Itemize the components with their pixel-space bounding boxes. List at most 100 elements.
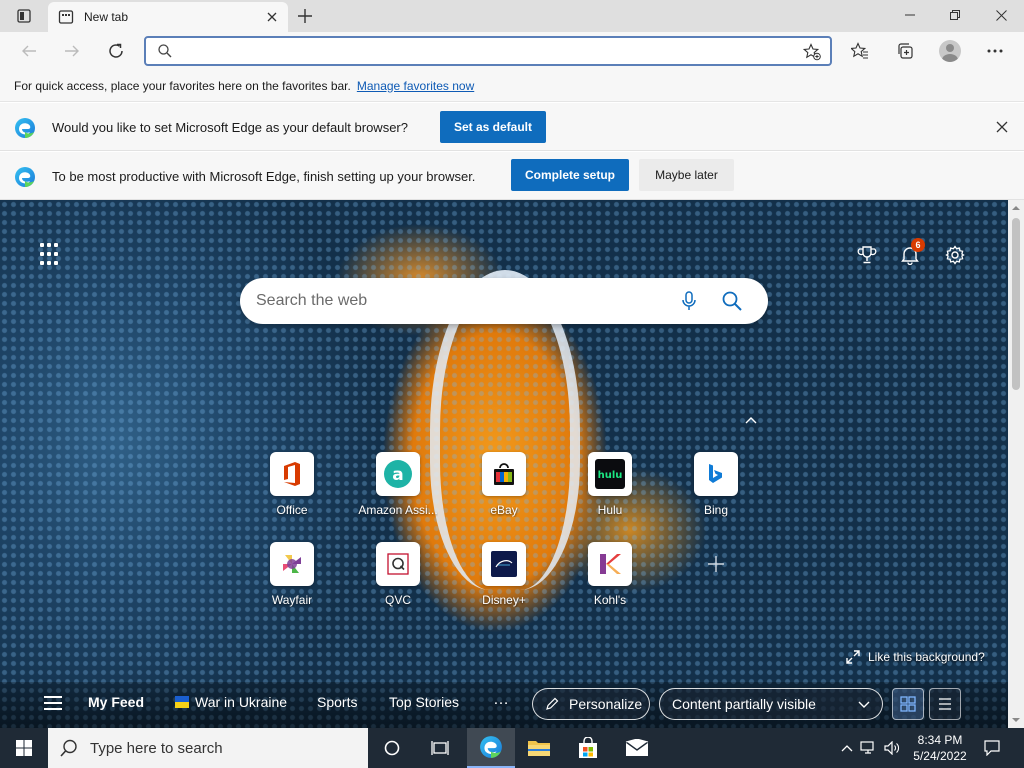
scrollbar-thumb[interactable] (1012, 218, 1020, 390)
network-button[interactable] (856, 741, 880, 755)
taskbar-search-box[interactable]: Type here to search (48, 728, 368, 768)
clock-time: 8:34 PM (917, 733, 963, 747)
browser-toolbar (0, 32, 1024, 70)
volume-button[interactable] (880, 741, 904, 755)
manage-favorites-link[interactable]: Manage favorites now (357, 79, 474, 93)
favorites-button[interactable] (845, 36, 875, 66)
notifications-button[interactable]: 6 (897, 238, 925, 268)
quick-link-label: Kohl's (593, 593, 627, 607)
chevron-up-icon (841, 745, 853, 752)
taskbar-store-button[interactable] (564, 728, 612, 768)
quick-link-label: Disney+ (482, 593, 526, 607)
collapse-quick-links-button[interactable] (741, 412, 761, 428)
quick-link-wayfair[interactable]: Wayfair (239, 542, 345, 622)
rewards-button[interactable] (854, 242, 880, 268)
quick-link-kohls[interactable]: Kohl's (557, 542, 663, 622)
feed-more-button[interactable]: … (493, 691, 509, 709)
qvc-icon (387, 553, 409, 575)
quick-link-hulu[interactable]: hulu Hulu (557, 452, 663, 532)
taskbar-edge-button[interactable] (467, 728, 515, 768)
page-settings-button[interactable] (942, 242, 968, 268)
taskbar-clock[interactable]: 8:34 PM 5/24/2022 (908, 732, 972, 764)
new-tab-button[interactable] (292, 4, 318, 28)
cortana-button[interactable] (368, 728, 416, 768)
search-submit-button[interactable] (720, 289, 744, 313)
close-window-button[interactable] (978, 0, 1024, 30)
profile-button[interactable] (935, 36, 965, 66)
feed-tab-war-in-ukraine[interactable]: War in Ukraine (175, 694, 287, 710)
list-view-button[interactable] (929, 688, 961, 720)
dismiss-infobar-button[interactable] (994, 119, 1010, 135)
tab-close-button[interactable] (264, 9, 280, 25)
address-bar[interactable] (144, 36, 832, 66)
cortana-circle-icon (384, 740, 400, 756)
feed-tab-sports[interactable]: Sports (317, 694, 357, 710)
web-search-input[interactable] (256, 291, 656, 311)
feed-tab-top-stories[interactable]: Top Stories (389, 694, 459, 710)
kohls-icon (600, 554, 621, 574)
store-bag-icon (579, 737, 597, 758)
quick-link-bing[interactable]: Bing (663, 452, 769, 532)
maybe-later-button[interactable]: Maybe later (639, 159, 734, 191)
web-search-box[interactable] (240, 278, 768, 324)
default-browser-infobar: Would you like to set Microsoft Edge as … (0, 103, 1024, 151)
task-view-button[interactable] (416, 728, 464, 768)
arrow-left-icon (22, 45, 36, 57)
scroll-down-arrow-icon[interactable] (1012, 716, 1020, 724)
quick-link-office[interactable]: Office (239, 452, 345, 532)
quick-link-disney-plus[interactable]: Disney+ (451, 542, 557, 622)
back-button[interactable] (14, 36, 44, 66)
tab-new-tab[interactable]: New tab (48, 2, 288, 32)
restore-button[interactable] (932, 0, 978, 30)
feed-tab-my-feed[interactable]: My Feed (88, 694, 144, 710)
complete-setup-button[interactable]: Complete setup (511, 159, 629, 191)
add-favorite-button[interactable] (802, 42, 822, 62)
windows-taskbar: Type here to search 8:34 PM 5/24/2022 (0, 728, 1024, 768)
ebay-icon (494, 463, 514, 485)
search-icon (722, 291, 742, 311)
search-icon (158, 44, 172, 58)
voice-search-button[interactable] (678, 290, 700, 312)
content-visibility-dropdown[interactable]: Content partially visible (659, 688, 883, 720)
quick-link-tile (694, 452, 738, 496)
plus-icon (708, 556, 724, 572)
network-icon (860, 741, 874, 754)
quick-link-ebay[interactable]: eBay (451, 452, 557, 532)
collections-button[interactable] (890, 36, 920, 66)
quick-link-qvc[interactable]: QVC (345, 542, 451, 622)
chevron-up-icon (745, 417, 757, 424)
personalize-button[interactable]: Personalize (532, 688, 650, 720)
feed-menu-button[interactable] (44, 696, 62, 710)
taskbar-mail-button[interactable] (613, 728, 661, 768)
set-as-default-button[interactable]: Set as default (440, 111, 546, 143)
default-browser-message: Would you like to set Microsoft Edge as … (52, 120, 408, 135)
add-quick-link-button[interactable] (663, 542, 769, 622)
edge-logo-icon (15, 167, 35, 187)
like-background-button[interactable]: Like this background? (846, 650, 985, 664)
expand-icon (846, 650, 860, 664)
office-icon (284, 462, 300, 486)
pencil-icon (546, 697, 559, 710)
taskbar-file-explorer-button[interactable] (515, 728, 563, 768)
quick-link-amazon[interactable]: a Amazon Assi... (345, 452, 451, 532)
feed-navigation-bar: My Feed War in Ukraine Sports Top Storie… (0, 682, 1008, 728)
scroll-up-arrow-icon[interactable] (1012, 204, 1020, 212)
new-tab-page: 6 Office a Amazon Assi... (0, 200, 1008, 728)
bing-icon (709, 464, 722, 483)
start-button[interactable] (0, 728, 48, 768)
search-icon (60, 739, 77, 757)
grid-view-button[interactable] (892, 688, 924, 720)
app-launcher-button[interactable] (40, 243, 64, 267)
refresh-button[interactable] (101, 36, 131, 66)
settings-and-more-button[interactable] (980, 36, 1010, 66)
refresh-icon (109, 43, 123, 58)
page-scrollbar[interactable] (1008, 200, 1024, 728)
tab-actions-menu-button[interactable] (8, 4, 40, 28)
address-input[interactable] (182, 42, 782, 60)
minimize-button[interactable] (887, 0, 933, 30)
quick-link-tile (588, 542, 632, 586)
forward-button[interactable] (57, 36, 87, 66)
action-center-button[interactable] (976, 728, 1008, 768)
edge-logo-icon (15, 118, 35, 138)
show-hidden-icons-button[interactable] (838, 744, 856, 752)
